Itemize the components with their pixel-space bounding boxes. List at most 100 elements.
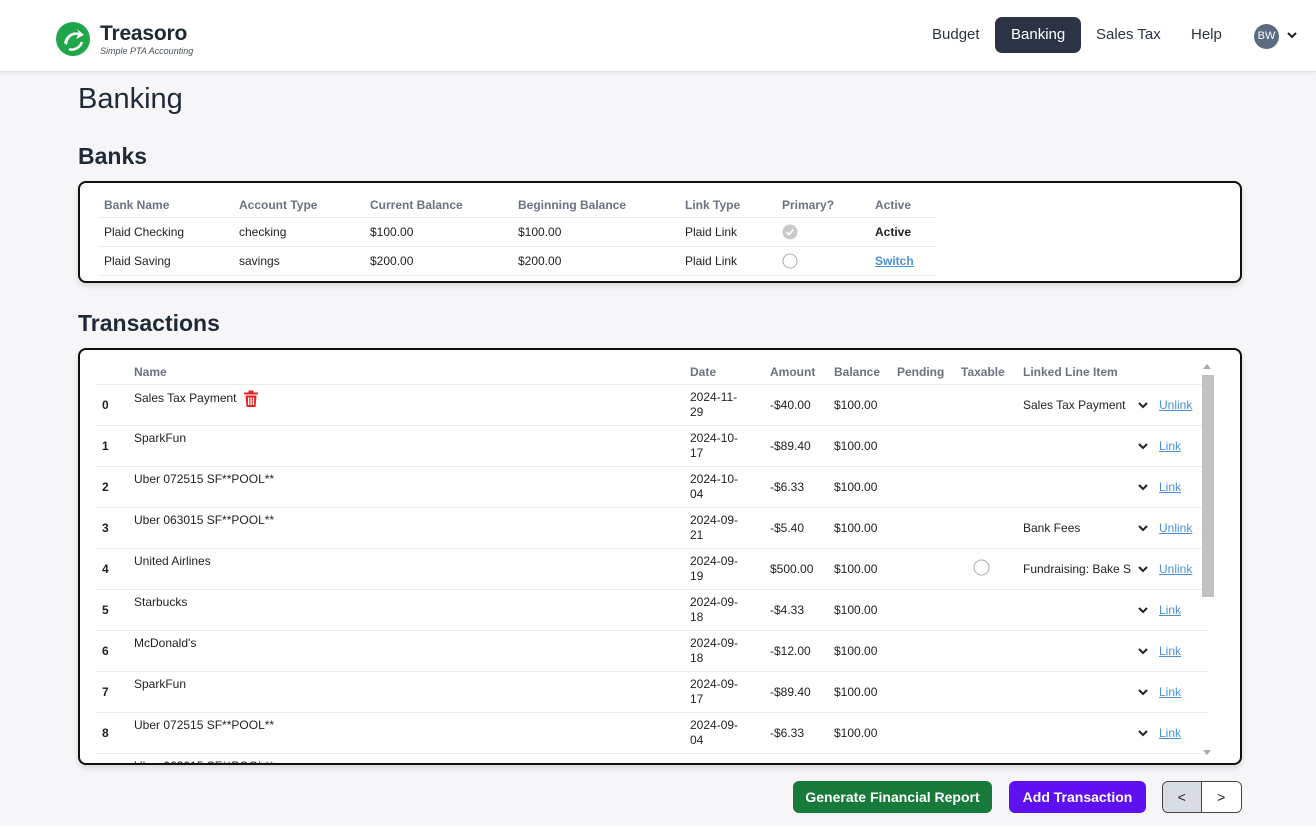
- transaction-balance: $100.00: [828, 629, 891, 671]
- chevron-down-icon[interactable]: [1137, 605, 1149, 615]
- nav-budget[interactable]: Budget: [916, 17, 996, 53]
- linked-line-item-cell: Link: [1017, 670, 1208, 712]
- transaction-balance: $100.00: [828, 670, 891, 712]
- chevron-down-icon[interactable]: [1137, 687, 1149, 697]
- scroll-down-arrow-icon[interactable]: [1203, 750, 1211, 755]
- transaction-name: SparkFun: [134, 430, 187, 445]
- transaction-name-cell: Sales Tax Payment: [128, 383, 684, 425]
- transaction-row: 8 Uber 072515 SF**POOL** 2024-09- 04 -$6.33 $…: [96, 711, 1208, 753]
- scroll-thumb[interactable]: [1202, 375, 1214, 597]
- transaction-name-cell: Uber 072515 SF**POOL**: [128, 465, 684, 507]
- chevron-down-icon[interactable]: [1137, 482, 1149, 492]
- next-page-button[interactable]: >: [1201, 782, 1241, 812]
- transaction-row: 6 McDonald's 2024-09- 18 -$12.00 $100.00 Link: [96, 629, 1208, 671]
- date-line: 2024-11-: [690, 389, 738, 404]
- pagination: < >: [1162, 781, 1242, 813]
- banks-table: Bank Name Account Type Current Balance B…: [98, 193, 937, 276]
- add-transaction-button[interactable]: Add Transaction: [1009, 781, 1146, 813]
- col-index: [96, 360, 128, 384]
- prev-page-button[interactable]: <: [1163, 782, 1202, 812]
- transaction-taxable: [955, 465, 1017, 507]
- transaction-date: 2024-09- 18: [684, 629, 764, 671]
- chevron-down-icon[interactable]: [1137, 564, 1149, 574]
- chevron-down-icon[interactable]: [1137, 646, 1149, 656]
- trash-icon[interactable]: [243, 390, 259, 408]
- transactions-card: Name Date Amount Balance Pending Taxable…: [78, 348, 1242, 765]
- transaction-pending: [891, 506, 955, 548]
- primary-cell: [776, 245, 869, 276]
- generate-financial-report-button[interactable]: Generate Financial Report: [793, 781, 992, 813]
- linked-line-item-cell: Fundraising: Bake S Unlink: [1017, 547, 1208, 589]
- chevron-down-icon[interactable]: [1137, 523, 1149, 533]
- link-link[interactable]: Link: [1159, 685, 1181, 699]
- transaction-amount: -$89.40: [764, 670, 828, 712]
- transaction-row: 0 Sales Tax Payment 2024-11- 29 -$40.00 $100.…: [96, 383, 1208, 425]
- date-line: 2024-09-: [690, 635, 739, 650]
- transaction-taxable: [955, 588, 1017, 630]
- unlink-link[interactable]: Unlink: [1159, 398, 1192, 412]
- transaction-row: 2 Uber 072515 SF**POOL** 2024-10- 04 -$6.33 $…: [96, 465, 1208, 507]
- transactions-scroll-area[interactable]: Name Date Amount Balance Pending Taxable…: [96, 360, 1208, 763]
- linked-line-item-select[interactable]: Sales Tax Payment: [1023, 398, 1135, 412]
- primary-check-icon[interactable]: [782, 224, 798, 240]
- linked-line-item-cell: Link: [1017, 424, 1208, 466]
- link-link[interactable]: Link: [1159, 726, 1181, 740]
- linked-line-item-cell: Link: [1017, 711, 1208, 753]
- linked-line-item-select[interactable]: Bank Fees: [1023, 521, 1135, 535]
- transaction-pending: [891, 547, 955, 589]
- bank-row: Plaid Saving savings $200.00 $200.00 Pla…: [98, 245, 937, 276]
- beginning-balance: $100.00: [512, 216, 679, 246]
- date-line: 04: [690, 732, 704, 747]
- user-avatar[interactable]: BW: [1254, 24, 1279, 49]
- nav-sales-tax[interactable]: Sales Tax: [1080, 17, 1177, 53]
- transaction-row: 7 SparkFun 2024-09- 17 -$89.40 $100.00 Link: [96, 670, 1208, 712]
- transaction-name-cell: SparkFun: [128, 670, 684, 712]
- col-linked-line-item: Linked Line Item: [1023, 364, 1118, 379]
- scroll-up-arrow-icon[interactable]: [1203, 364, 1211, 369]
- row-index: 5: [96, 588, 128, 630]
- transaction-amount: $500.00: [764, 547, 828, 589]
- link-link[interactable]: Link: [1159, 644, 1181, 658]
- transaction-name-cell: Starbucks: [128, 588, 684, 630]
- date-line: 18: [690, 609, 704, 624]
- link-link[interactable]: Link: [1159, 480, 1181, 494]
- taxable-radio-icon[interactable]: [973, 559, 990, 576]
- col-account-type: Account Type: [239, 197, 318, 212]
- transaction-date: 2024-10- 17: [684, 424, 764, 466]
- switch-link[interactable]: Switch: [875, 254, 914, 268]
- transaction-amount: -$40.00: [764, 383, 828, 425]
- date-line: 18: [690, 650, 704, 665]
- chevron-down-icon[interactable]: [1285, 28, 1299, 42]
- transaction-name: McDonald's: [134, 635, 197, 650]
- chevron-down-icon[interactable]: [1137, 400, 1149, 410]
- nav-help[interactable]: Help: [1175, 17, 1238, 53]
- transaction-amount: -$89.40: [764, 424, 828, 466]
- transaction-date: 2024-09- 17: [684, 670, 764, 712]
- transaction-amount: [764, 752, 828, 763]
- unlink-link[interactable]: Unlink: [1159, 521, 1192, 535]
- account-type: savings: [233, 245, 364, 276]
- nav-banking[interactable]: Banking: [995, 17, 1082, 53]
- chevron-down-icon[interactable]: [1137, 441, 1149, 451]
- page-title: Banking: [78, 83, 183, 115]
- row-index: 3: [96, 506, 128, 548]
- bank-name: Plaid Checking: [98, 216, 233, 246]
- transaction-balance: $100.00: [828, 506, 891, 548]
- linked-line-item-cell: Link: [1017, 465, 1208, 507]
- date-line: 2024-10-: [690, 430, 739, 445]
- row-index: 6: [96, 629, 128, 671]
- link-link[interactable]: Link: [1159, 603, 1181, 617]
- transaction-amount: -$6.33: [764, 465, 828, 507]
- active-status: Active: [869, 216, 937, 246]
- transactions-scrollbar[interactable]: [1200, 362, 1214, 757]
- transaction-pending: [891, 711, 955, 753]
- date-line: 19: [690, 568, 704, 583]
- brand-logo[interactable]: Treasoro Simple PTA Accounting: [55, 21, 193, 57]
- chevron-down-icon[interactable]: [1137, 728, 1149, 738]
- primary-radio-icon[interactable]: [782, 253, 798, 269]
- linked-line-item-select[interactable]: Fundraising: Bake S: [1023, 562, 1135, 576]
- unlink-link[interactable]: Unlink: [1159, 562, 1192, 576]
- transaction-amount: -$5.40: [764, 506, 828, 548]
- link-link[interactable]: Link: [1159, 439, 1181, 453]
- linked-line-item-cell: [1017, 752, 1208, 763]
